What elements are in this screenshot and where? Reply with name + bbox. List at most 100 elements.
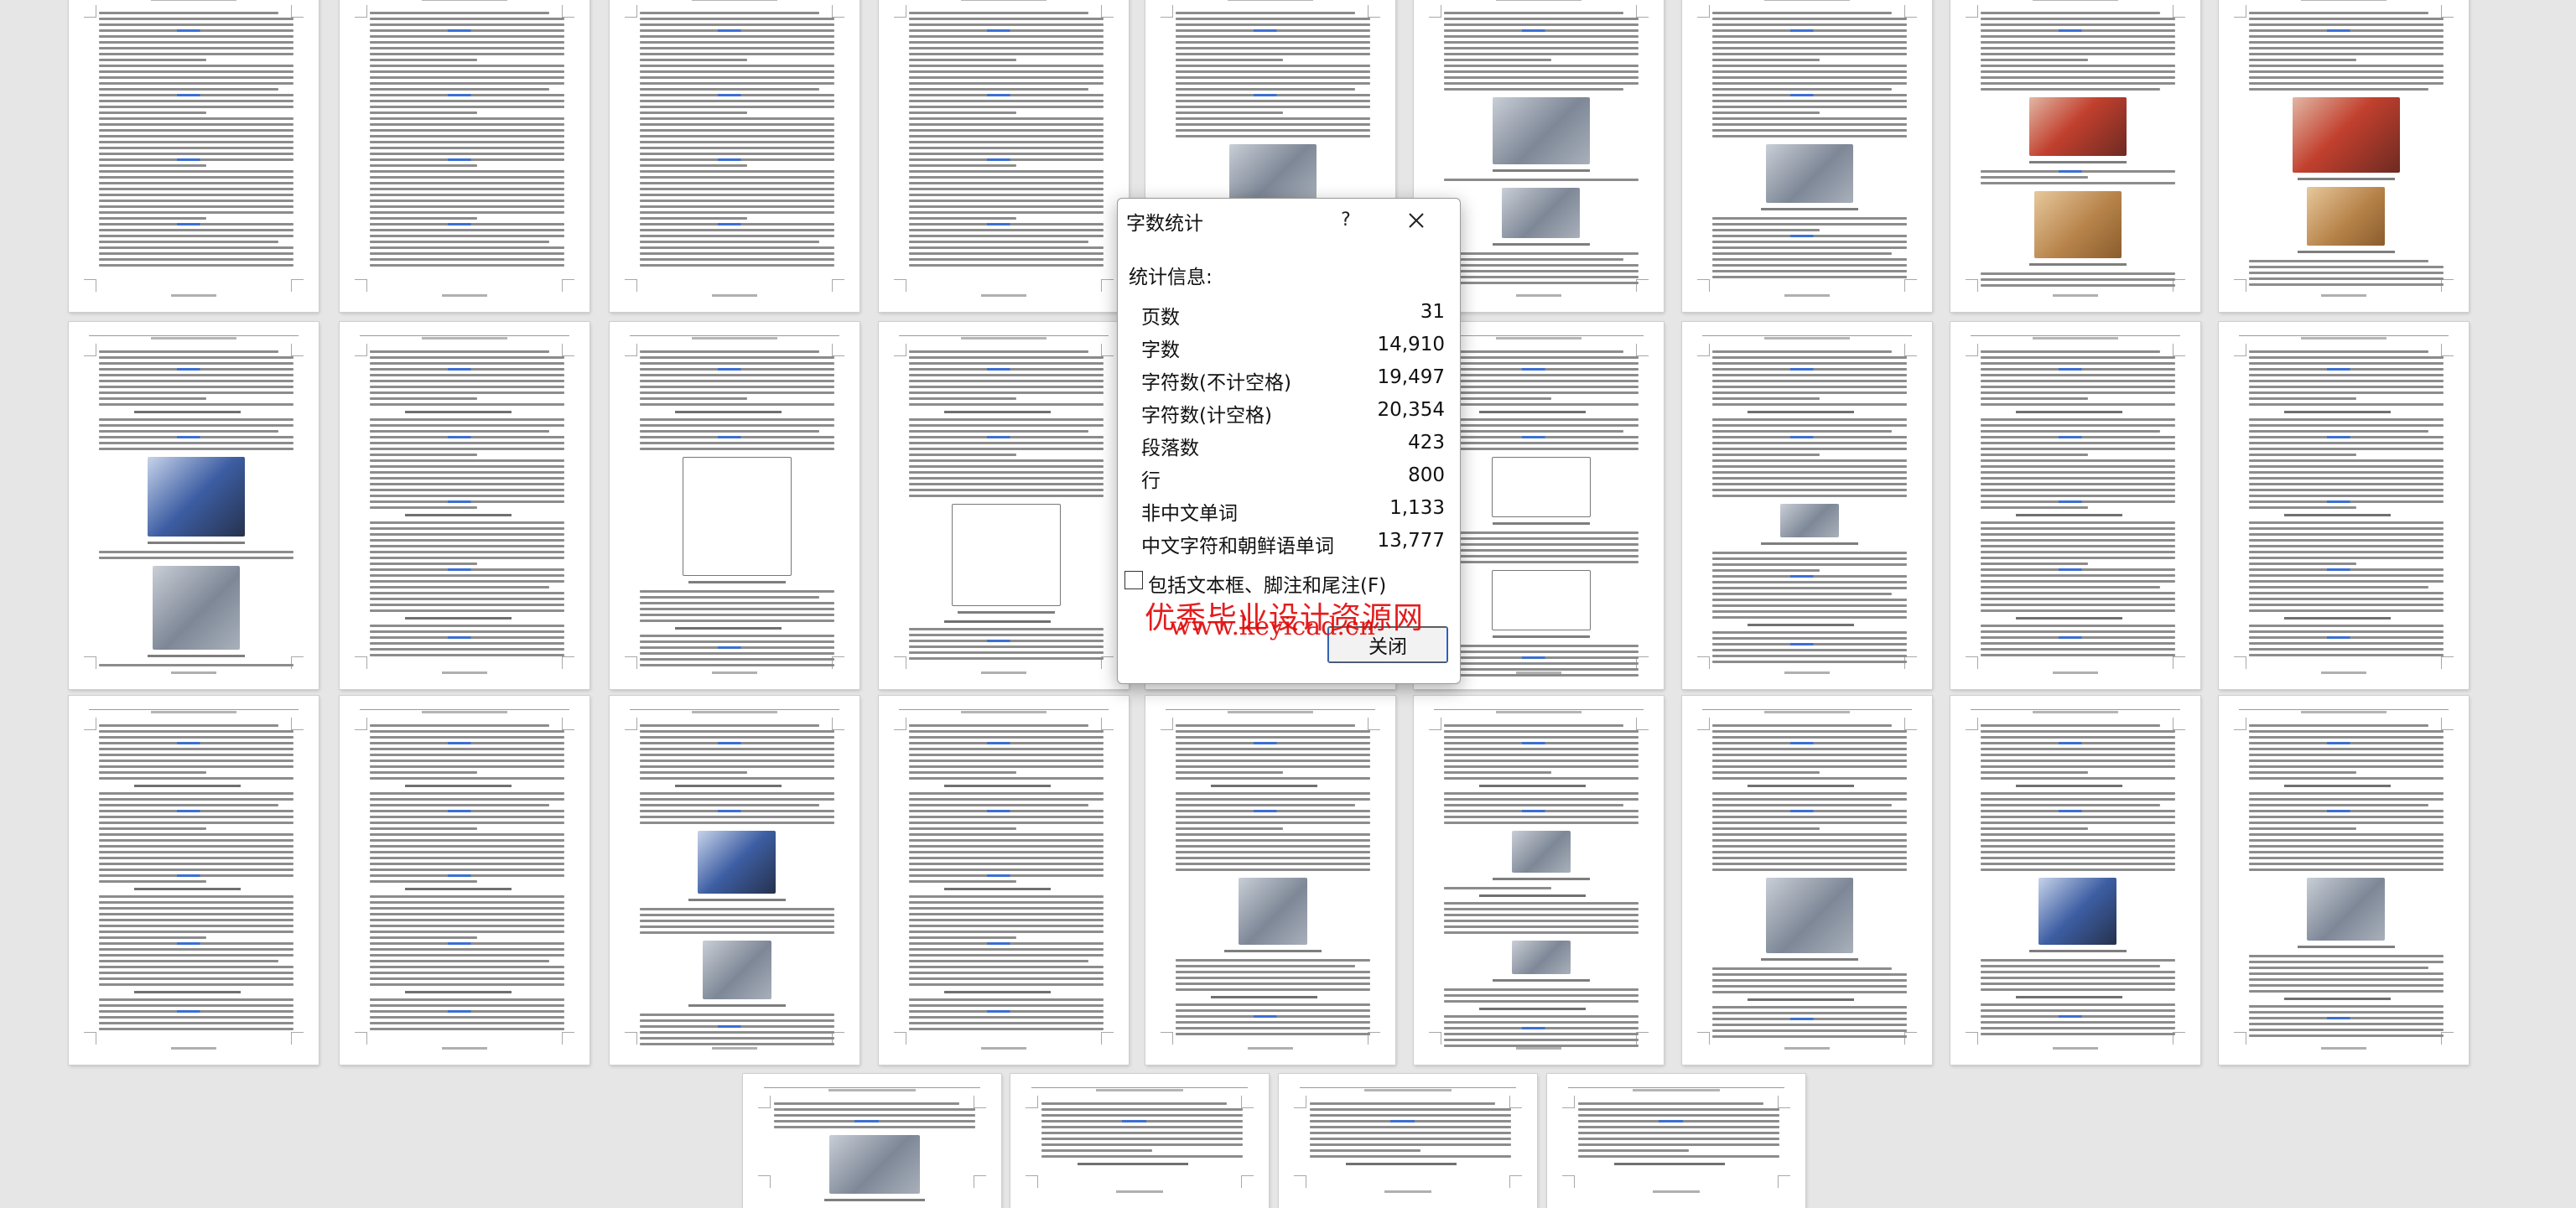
stat-label: 非中文单词	[1141, 503, 1238, 525]
page-body-text	[2248, 724, 2444, 1037]
page-body-text	[1041, 1102, 1244, 1174]
document-page-thumbnail[interactable]	[879, 0, 1129, 312]
page-figure	[1492, 97, 1591, 164]
stat-value: 19,497	[1377, 366, 1445, 388]
document-page-thumbnail[interactable]	[1010, 1074, 1269, 1208]
stat-label: 段落数	[1141, 438, 1199, 459]
document-page-thumbnail[interactable]	[2219, 322, 2469, 689]
page-footer	[1950, 661, 2200, 677]
page-header-text	[879, 701, 1129, 713]
page-figure	[2307, 187, 2386, 246]
page-body-text	[639, 724, 835, 1045]
page-footer	[1145, 1037, 1395, 1053]
document-page-thumbnail[interactable]	[1950, 0, 2200, 312]
page-footer	[1950, 1037, 2200, 1053]
page-header-text	[340, 701, 589, 713]
page-header-rule	[1970, 709, 2181, 710]
page-figure	[952, 504, 1061, 606]
page-header-rule	[88, 709, 299, 710]
document-page-thumbnail[interactable]	[610, 0, 860, 312]
page-footer	[1682, 661, 1932, 677]
page-body-text	[1175, 724, 1371, 1035]
document-page-thumbnail[interactable]	[1145, 696, 1395, 1065]
page-footer	[340, 1037, 589, 1053]
page-body-text	[1711, 724, 1908, 1038]
document-page-thumbnail[interactable]	[1682, 696, 1932, 1065]
stat-row: 字符数(计空格) 20,354	[1141, 395, 1445, 428]
page-header-rule	[359, 335, 570, 336]
document-page-thumbnail[interactable]	[1547, 1074, 1805, 1208]
page-footer	[1010, 1180, 1269, 1196]
page-figure	[1228, 144, 1317, 203]
page-footer	[1682, 284, 1932, 300]
include-textboxes-checkbox[interactable]	[1124, 571, 1143, 589]
page-figure	[1512, 941, 1571, 974]
page-header-text	[1682, 327, 1932, 340]
page-figure	[1491, 457, 1592, 517]
document-page-thumbnail[interactable]	[2219, 0, 2469, 312]
stat-label: 字符数(计空格)	[1141, 405, 1272, 427]
stat-row: 字符数(不计空格) 19,497	[1141, 362, 1445, 395]
stat-value: 14,910	[1377, 334, 1445, 355]
page-footer	[69, 284, 319, 300]
dialog-titlebar[interactable]: 字数统计 ?	[1118, 199, 1460, 246]
page-header-text	[1682, 701, 1932, 713]
document-page-thumbnail[interactable]	[743, 1074, 1001, 1208]
page-header-rule	[1433, 709, 1644, 710]
document-page-thumbnail[interactable]	[2219, 696, 2469, 1065]
page-header-rule	[2238, 709, 2449, 710]
page-body-text	[98, 724, 294, 1031]
page-footer	[879, 284, 1129, 300]
document-page-thumbnail[interactable]	[340, 696, 589, 1065]
page-figure	[1765, 144, 1854, 203]
document-page-thumbnail[interactable]	[1682, 322, 1932, 689]
page-body-text	[98, 350, 294, 666]
page-header-rule	[1567, 1087, 1785, 1088]
document-page-thumbnail[interactable]	[69, 696, 319, 1065]
page-footer	[340, 661, 589, 677]
page-footer	[340, 284, 589, 300]
dialog-title: 字数统计	[1126, 213, 1203, 235]
page-header-rule	[1299, 1087, 1517, 1088]
page-body-text	[1443, 350, 1639, 677]
page-figure	[2307, 878, 2386, 941]
page-header-text	[1145, 701, 1395, 713]
document-page-thumbnail[interactable]	[610, 322, 860, 689]
page-body-text	[1711, 12, 1908, 278]
stat-label: 字数	[1141, 340, 1180, 361]
stat-value: 1,133	[1389, 497, 1445, 519]
page-body-text	[1577, 1102, 1780, 1174]
document-page-thumbnail[interactable]	[69, 322, 319, 689]
document-page-thumbnail[interactable]	[340, 0, 589, 312]
page-header-rule	[1701, 335, 1913, 336]
document-page-thumbnail[interactable]	[1950, 696, 2200, 1065]
page-footer	[2219, 661, 2469, 677]
statistics-list: 页数 31 字数 14,910 字符数(不计空格) 19,497 字符数(计空格) 20,35…	[1141, 297, 1445, 558]
page-footer	[2219, 284, 2469, 300]
page-figure	[152, 566, 241, 650]
page-figure	[698, 831, 776, 894]
page-body-text	[369, 12, 565, 278]
page-figure	[1239, 878, 1307, 945]
page-header-rule	[88, 335, 299, 336]
document-page-thumbnail[interactable]	[1414, 696, 1664, 1065]
document-page-thumbnail[interactable]	[1682, 0, 1932, 312]
page-header-rule	[898, 709, 1109, 710]
help-icon[interactable]: ?	[1329, 204, 1363, 237]
page-header-rule	[1433, 335, 1644, 336]
document-page-thumbnail[interactable]	[1950, 322, 2200, 689]
stat-row: 字数 14,910	[1141, 329, 1445, 362]
page-header-rule	[1970, 335, 2181, 336]
document-page-thumbnail[interactable]	[879, 322, 1129, 689]
page-figure	[1502, 188, 1581, 238]
document-page-thumbnail[interactable]	[69, 0, 319, 312]
page-figure	[1780, 504, 1839, 537]
page-header-text	[1950, 327, 2200, 340]
page-header-text	[610, 327, 860, 340]
close-icon[interactable]	[1400, 204, 1433, 237]
document-page-thumbnail[interactable]	[879, 696, 1129, 1065]
document-page-thumbnail[interactable]	[610, 696, 860, 1065]
page-footer	[69, 1037, 319, 1053]
document-page-thumbnail[interactable]	[1279, 1074, 1537, 1208]
document-page-thumbnail[interactable]	[340, 322, 589, 689]
